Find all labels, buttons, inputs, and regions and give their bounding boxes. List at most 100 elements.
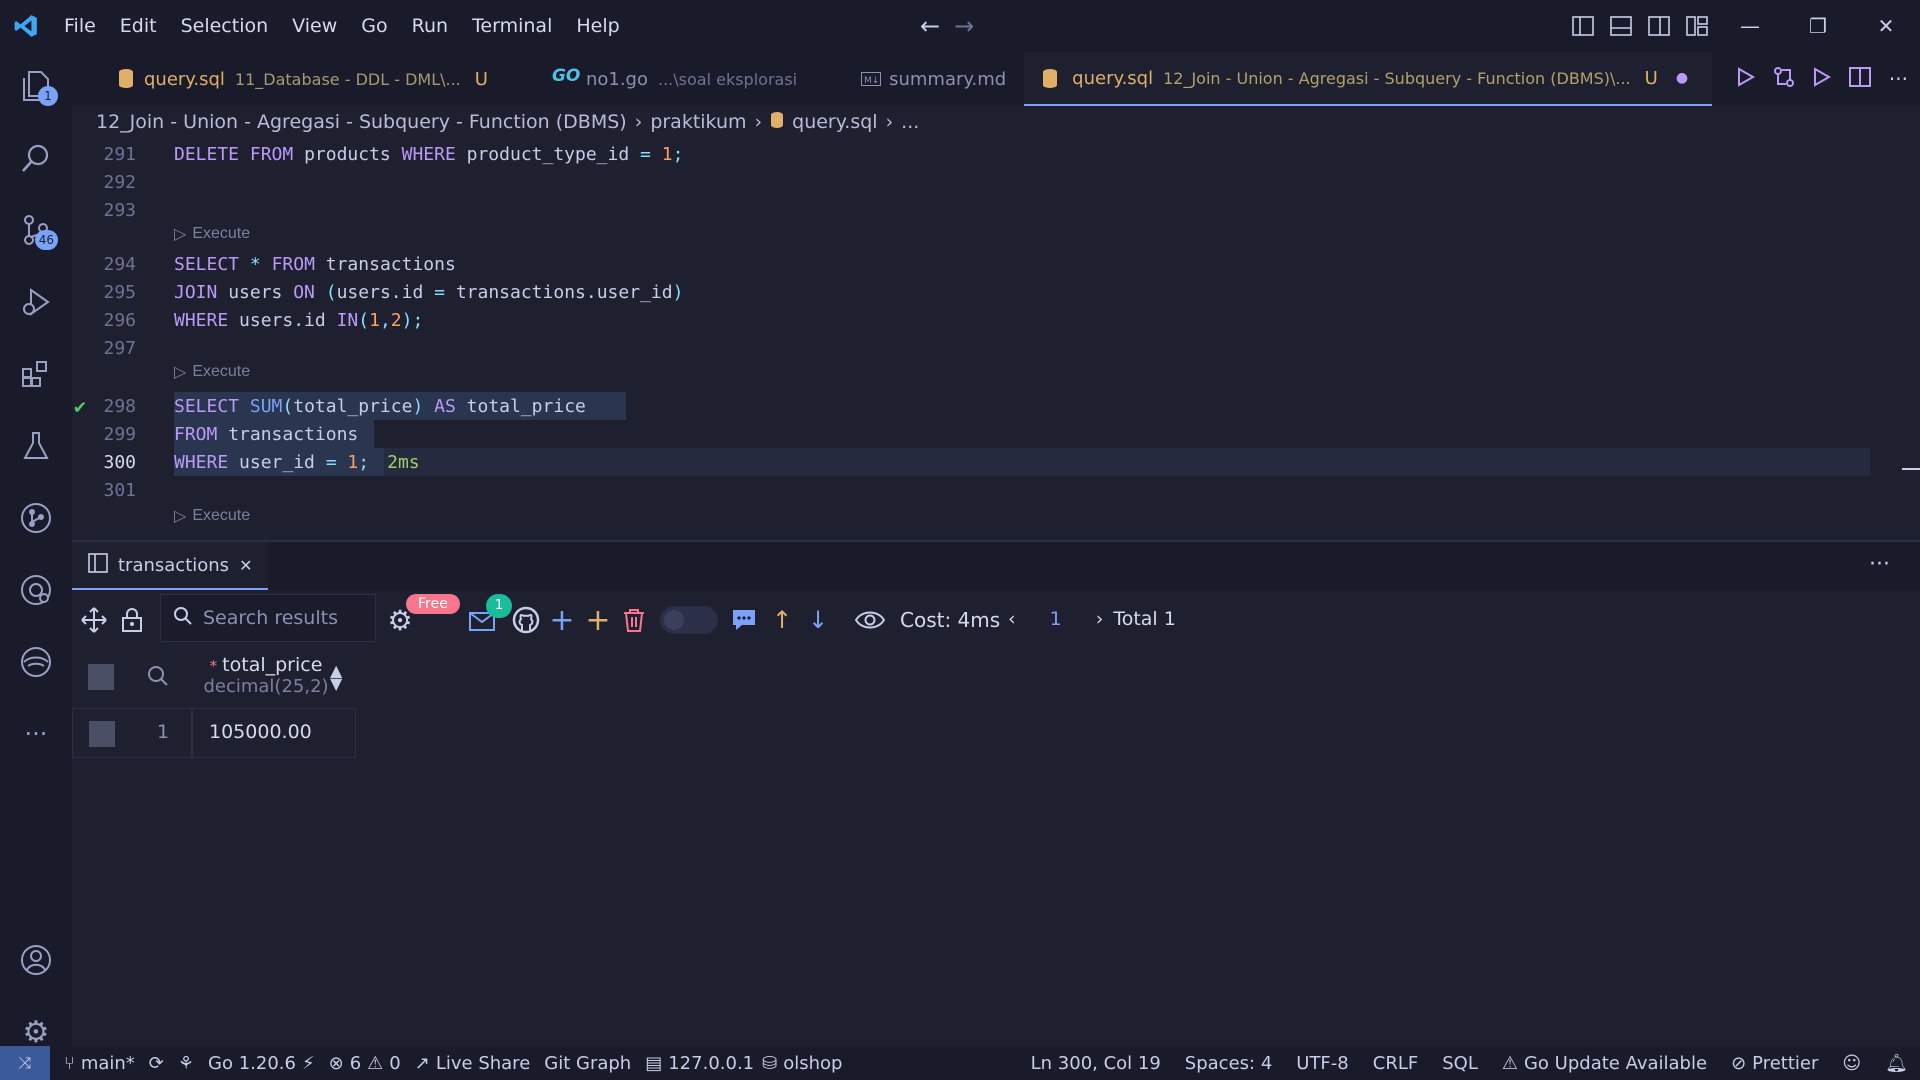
search-results-input[interactable]: Search results	[160, 594, 376, 642]
remote-explorer-icon[interactable]	[14, 568, 58, 612]
code-text: FROM transactions	[174, 423, 359, 445]
row-checkbox[interactable]	[89, 721, 115, 747]
run-file-icon[interactable]	[1813, 67, 1831, 91]
git-graph-icon[interactable]	[14, 496, 58, 540]
lock-icon[interactable]	[116, 606, 148, 634]
minimize-icon[interactable]: —	[1716, 14, 1784, 38]
code-editor[interactable]: 291 DELETE FROM products WHERE product_t…	[72, 138, 1920, 540]
github-icon[interactable]	[510, 606, 542, 634]
restore-icon[interactable]: ❐	[1784, 14, 1852, 38]
search-icon[interactable]	[146, 664, 170, 692]
column-header-total-price[interactable]: * total_price decimal(25,2)	[196, 654, 336, 697]
tab-query-sql-11[interactable]: query.sql 11_Database - DDL - DML\... U	[72, 52, 506, 106]
menu-go[interactable]: Go	[349, 15, 399, 37]
success-check-icon: ✔	[74, 394, 87, 418]
breadcrumb: 12_Join - Union - Agregasi - Subquery - …	[96, 108, 919, 136]
tab-summary-md[interactable]: M↓ summary.md	[815, 52, 1024, 106]
panel-more-icon[interactable]: ···	[1869, 552, 1890, 577]
required-mark: *	[209, 657, 218, 675]
results-grid: * total_price decimal(25,2) ▲ ▼ 1 105000.…	[72, 650, 356, 758]
eye-icon[interactable]	[854, 606, 886, 634]
execute-codelens[interactable]: ▷ Execute	[174, 506, 250, 526]
sort-icon[interactable]: ▲ ▼	[330, 663, 342, 692]
insert-icon[interactable]: +	[582, 603, 614, 638]
toggle-primary-sidebar-icon[interactable]	[1564, 16, 1602, 36]
db-host[interactable]: ▤ 127.0.0.1	[645, 1053, 754, 1074]
execute-codelens[interactable]: ▷ Execute	[174, 224, 250, 244]
testing-icon[interactable]	[14, 424, 58, 468]
encoding[interactable]: UTF-8	[1296, 1053, 1348, 1074]
unsaved-dot-icon[interactable]: ●	[1676, 70, 1688, 86]
page-number[interactable]: 1	[1050, 608, 1062, 630]
search-icon[interactable]	[14, 136, 58, 180]
table-cell[interactable]: 105000.00	[192, 708, 356, 758]
arrow-up-icon[interactable]: ↑	[766, 606, 798, 634]
breadcrumb-more[interactable]: ...	[901, 111, 919, 133]
split-editor-icon[interactable]	[1848, 67, 1871, 91]
cursor-position[interactable]: Ln 300, Col 19	[1031, 1053, 1161, 1074]
edit-mode-toggle[interactable]	[660, 606, 718, 634]
prettier[interactable]: ⊘ Prettier	[1731, 1053, 1818, 1074]
line-ending[interactable]: CRLF	[1373, 1053, 1418, 1074]
menu-file[interactable]: File	[52, 15, 108, 37]
chevron-right-icon: ›	[885, 111, 894, 133]
menu-view[interactable]: View	[280, 15, 349, 37]
menu-edit[interactable]: Edit	[108, 15, 169, 37]
more-actions-icon[interactable]: ···	[1889, 67, 1908, 91]
navigation-arrows: ← →	[920, 12, 974, 40]
tab-no1-go[interactable]: GO no1.go ...\soal eksplorasi	[506, 52, 815, 106]
remote-indicator-icon[interactable]: ⤨	[0, 1046, 50, 1080]
back-arrow-icon[interactable]: ←	[920, 12, 940, 40]
source-control-icon[interactable]: 46	[14, 208, 58, 252]
run-query-icon[interactable]	[1737, 67, 1755, 91]
problems-indicator[interactable]: ⊗ 6 ⚠ 0	[329, 1053, 401, 1074]
breadcrumb-subfolder[interactable]: praktikum	[650, 111, 746, 133]
breadcrumb-folder[interactable]: 12_Join - Union - Agregasi - Subquery - …	[96, 111, 627, 133]
line-number: 300	[103, 451, 136, 473]
select-all-checkbox[interactable]	[88, 664, 114, 690]
add-row-icon[interactable]: +	[546, 603, 578, 638]
close-window-icon[interactable]: ✕	[1852, 14, 1920, 38]
forward-arrow-icon[interactable]: →	[954, 12, 974, 40]
menu-run[interactable]: Run	[400, 15, 460, 37]
live-share[interactable]: ↗ Live Share	[415, 1053, 531, 1074]
execute-codelens[interactable]: ▷ Execute	[174, 362, 250, 382]
tab-query-sql-12[interactable]: query.sql 12_Join - Union - Agregasi - S…	[1024, 52, 1713, 106]
git-branch[interactable]: ⑂ main*	[64, 1053, 135, 1074]
menu-terminal[interactable]: Terminal	[460, 15, 564, 37]
comment-icon[interactable]	[728, 606, 760, 634]
git-graph-status-icon[interactable]: ⚘	[178, 1053, 194, 1074]
go-update[interactable]: ⚠ Go Update Available	[1502, 1053, 1707, 1074]
go-version[interactable]: Go 1.20.6 ⚡	[208, 1053, 315, 1074]
database-file-icon	[1042, 68, 1058, 93]
menu-selection[interactable]: Selection	[169, 15, 281, 37]
menu-help[interactable]: Help	[564, 15, 631, 37]
window-controls: — ❐ ✕	[1564, 0, 1920, 52]
tab-transactions[interactable]: transactions ✕	[72, 542, 268, 590]
breadcrumb-file[interactable]: query.sql	[792, 111, 877, 133]
customize-layout-icon[interactable]	[1678, 16, 1716, 36]
git-graph-button[interactable]: Git Graph	[544, 1053, 631, 1074]
db-name[interactable]: ⛁ olshop	[762, 1053, 842, 1074]
sync-icon[interactable]: ⟳	[149, 1053, 164, 1074]
toggle-panel-icon[interactable]	[1602, 16, 1640, 36]
accounts-icon[interactable]	[14, 938, 58, 982]
close-tab-icon[interactable]: ✕	[239, 556, 252, 575]
more-views-icon[interactable]: ···	[14, 712, 58, 756]
compare-changes-icon[interactable]	[1773, 66, 1795, 92]
extensions-icon[interactable]	[14, 352, 58, 396]
database-icon[interactable]	[14, 640, 58, 684]
run-debug-icon[interactable]	[14, 280, 58, 324]
move-icon[interactable]	[78, 606, 110, 634]
chevron-left-icon[interactable]: ‹	[1008, 608, 1016, 630]
notifications-bell-icon[interactable]: 🔔︎	[1885, 1053, 1908, 1074]
tab-label: query.sql	[144, 68, 225, 90]
toggle-secondary-sidebar-icon[interactable]	[1640, 16, 1678, 36]
explorer-icon[interactable]: 1	[14, 64, 58, 108]
language-mode[interactable]: SQL	[1442, 1053, 1478, 1074]
chevron-right-icon[interactable]: ›	[1096, 608, 1104, 630]
arrow-down-icon[interactable]: ↓	[802, 606, 834, 634]
feedback-icon[interactable]: ☺	[1842, 1053, 1861, 1074]
delete-trash-icon[interactable]	[618, 606, 650, 634]
indentation[interactable]: Spaces: 4	[1185, 1053, 1272, 1074]
